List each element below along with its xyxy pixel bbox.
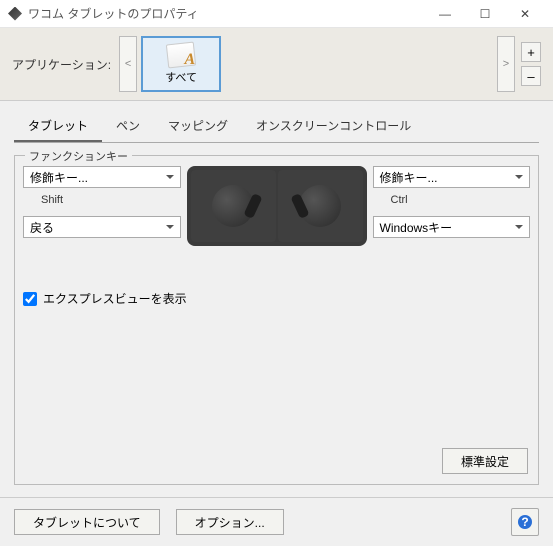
- app-add-button[interactable]: +: [521, 42, 541, 62]
- left-keys-column: 修飾キー... Shift 戻る: [23, 166, 181, 262]
- tab-onscreen-controls[interactable]: オンスクリーンコントロール: [242, 111, 425, 142]
- right-keys-column: 修飾キー... Ctrl Windowsキー: [373, 166, 531, 262]
- minimize-button[interactable]: —: [425, 0, 465, 28]
- tab-pen[interactable]: ペン: [102, 111, 154, 142]
- tab-tablet[interactable]: タブレット: [14, 111, 102, 142]
- left-key1-select-label: 修飾キー...: [30, 169, 88, 186]
- function-keys-grid: 修飾キー... Shift 戻る 修飾キー... Ctrl Windowsキー: [23, 166, 530, 262]
- right-key1-select[interactable]: 修飾キー...: [373, 166, 531, 188]
- right-key2-sub: [373, 242, 531, 262]
- tablet-right-half: [278, 170, 363, 242]
- about-tablet-button[interactable]: タブレットについて: [14, 509, 160, 535]
- left-knob-icon: [212, 185, 254, 227]
- right-key2-select[interactable]: Windowsキー: [373, 216, 531, 238]
- help-button[interactable]: ?: [511, 508, 539, 536]
- app-icon: [8, 7, 22, 21]
- express-view-checkbox[interactable]: [23, 292, 37, 306]
- maximize-button[interactable]: ☐: [465, 0, 505, 28]
- window-title: ワコム タブレットのプロパティ: [28, 5, 425, 22]
- tablet-left-half: [191, 170, 276, 242]
- window-controls: — ☐ ✕: [425, 0, 545, 28]
- application-item-all[interactable]: すべて: [141, 36, 221, 92]
- function-keys-group: ファンクションキー 修飾キー... Shift 戻る 修飾キー... Ctrl …: [14, 155, 539, 485]
- right-key2-select-label: Windowsキー: [380, 219, 453, 236]
- tablet-visual: [187, 166, 367, 246]
- application-label: アプリケーション:: [12, 56, 111, 73]
- left-key1-sub: Shift: [23, 192, 181, 212]
- express-view-row: エクスプレスビューを表示: [23, 290, 530, 307]
- left-key2-select-label: 戻る: [30, 219, 54, 236]
- titlebar: ワコム タブレットのプロパティ — ☐ ✕: [0, 0, 553, 28]
- function-keys-legend: ファンクションキー: [25, 148, 132, 164]
- app-remove-button[interactable]: –: [521, 66, 541, 86]
- app-next-button[interactable]: >: [497, 36, 515, 92]
- application-all-icon: [167, 43, 195, 67]
- right-key1-select-label: 修飾キー...: [380, 169, 438, 186]
- default-settings-button[interactable]: 標準設定: [442, 448, 528, 474]
- help-icon: ?: [517, 514, 533, 530]
- left-key2-select[interactable]: 戻る: [23, 216, 181, 238]
- application-item-label: すべて: [165, 69, 197, 85]
- application-row: アプリケーション: < すべて > + –: [0, 28, 553, 101]
- left-key1-select[interactable]: 修飾キー...: [23, 166, 181, 188]
- options-button[interactable]: オプション...: [176, 509, 284, 535]
- right-knob-icon: [299, 185, 341, 227]
- tab-mapping[interactable]: マッピング: [154, 111, 242, 142]
- right-key1-sub: Ctrl: [373, 192, 531, 212]
- application-items: すべて: [141, 36, 493, 92]
- footer: タブレットについて オプション... ?: [0, 497, 553, 546]
- close-button[interactable]: ✕: [505, 0, 545, 28]
- app-add-remove: + –: [521, 42, 541, 86]
- app-prev-button[interactable]: <: [119, 36, 137, 92]
- left-key2-sub: [23, 242, 181, 262]
- svg-text:?: ?: [521, 515, 528, 529]
- content: タブレット ペン マッピング オンスクリーンコントロール ファンクションキー 修…: [0, 101, 553, 497]
- express-view-label: エクスプレスビューを表示: [43, 290, 187, 307]
- tabs: タブレット ペン マッピング オンスクリーンコントロール: [14, 111, 539, 143]
